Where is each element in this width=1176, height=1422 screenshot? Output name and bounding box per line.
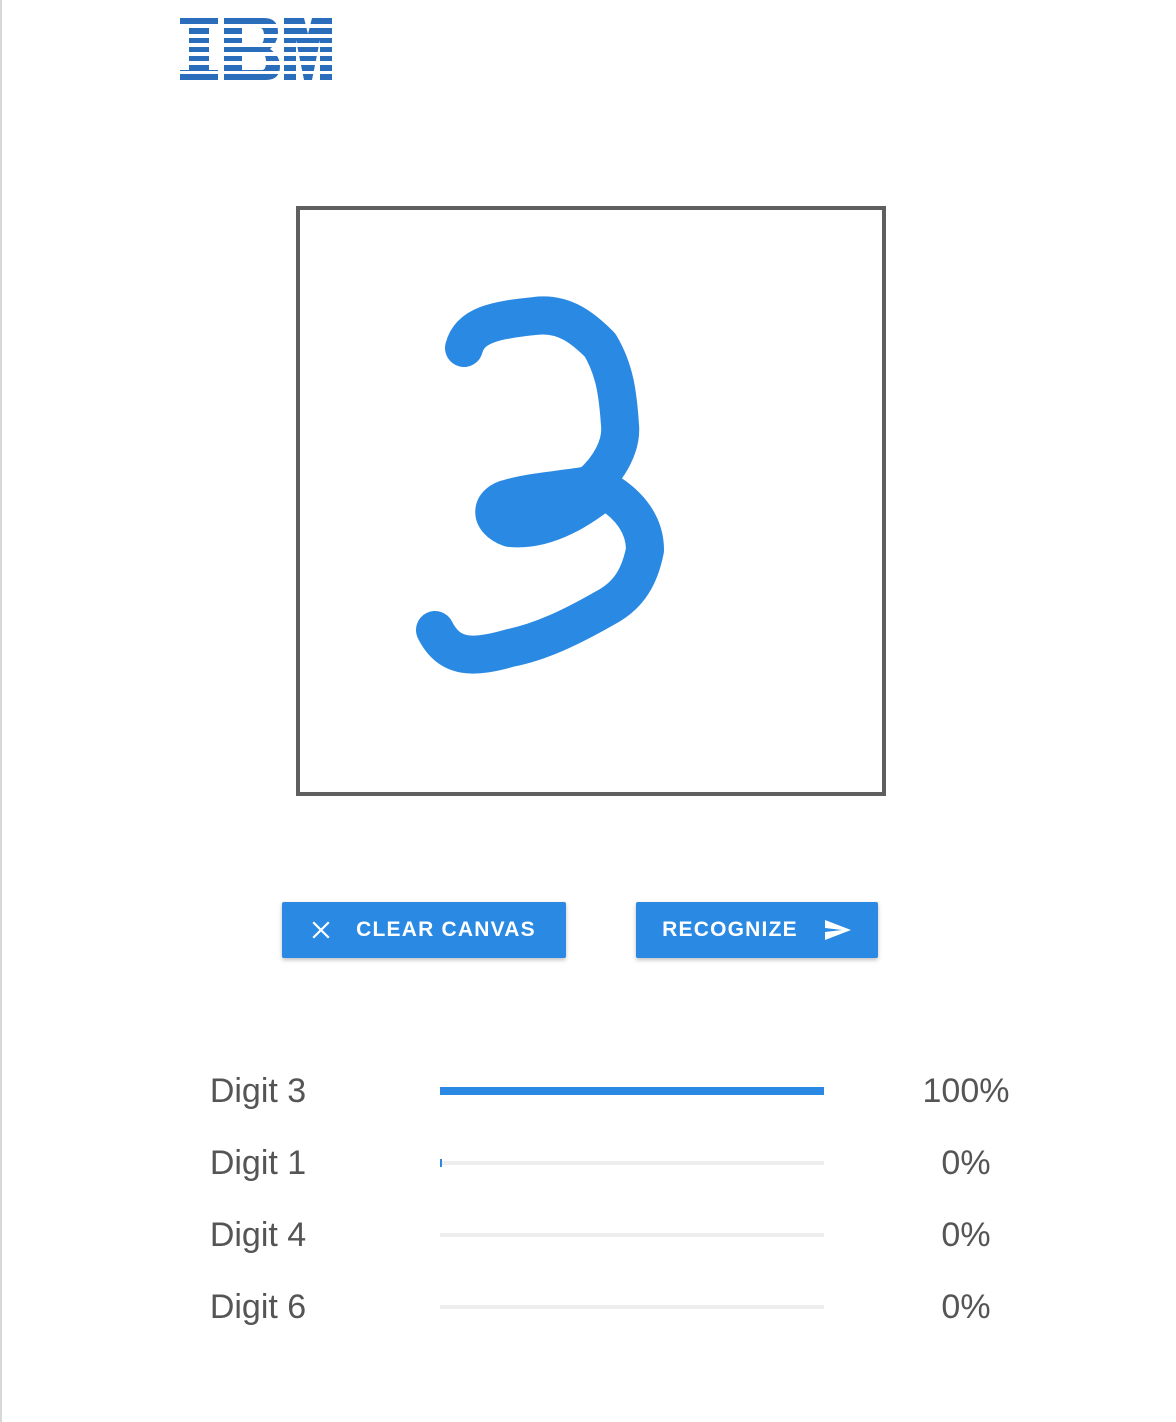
confidence-bar (440, 1305, 824, 1309)
window-edge (0, 0, 2, 1422)
clear-canvas-button[interactable]: CLEAR CANVAS (282, 902, 566, 958)
page: CLEAR CANVAS RECOGNIZE Digit 3 100% Digi… (0, 0, 1176, 1422)
result-percent: 0% (941, 1288, 991, 1326)
result-label: Digit 3 (209, 1072, 307, 1110)
result-label: Digit 6 (209, 1288, 307, 1326)
confidence-bar (440, 1233, 824, 1237)
result-row: Digit 3 100% (0, 1066, 1176, 1116)
result-label: Digit 4 (209, 1216, 307, 1254)
clear-canvas-label: CLEAR CANVAS (356, 918, 536, 941)
result-percent: 100% (922, 1072, 1010, 1110)
confidence-bar-fill (440, 1087, 824, 1095)
result-row: Digit 6 0% (0, 1282, 1176, 1332)
result-row: Digit 1 0% (0, 1138, 1176, 1188)
recognize-button[interactable]: RECOGNIZE (636, 902, 878, 958)
recognize-label: RECOGNIZE (662, 918, 798, 941)
result-label: Digit 1 (209, 1144, 307, 1182)
result-percent: 0% (941, 1144, 991, 1182)
result-percent: 0% (941, 1216, 991, 1254)
result-row: Digit 4 0% (0, 1210, 1176, 1260)
confidence-bar (440, 1159, 824, 1167)
close-icon (312, 921, 330, 939)
ibm-logo (180, 18, 332, 80)
confidence-bar (440, 1087, 824, 1095)
drawing-canvas[interactable] (296, 206, 886, 796)
digit-stroke (416, 296, 664, 674)
send-icon (824, 919, 852, 941)
confidence-bar-fill (440, 1159, 442, 1167)
